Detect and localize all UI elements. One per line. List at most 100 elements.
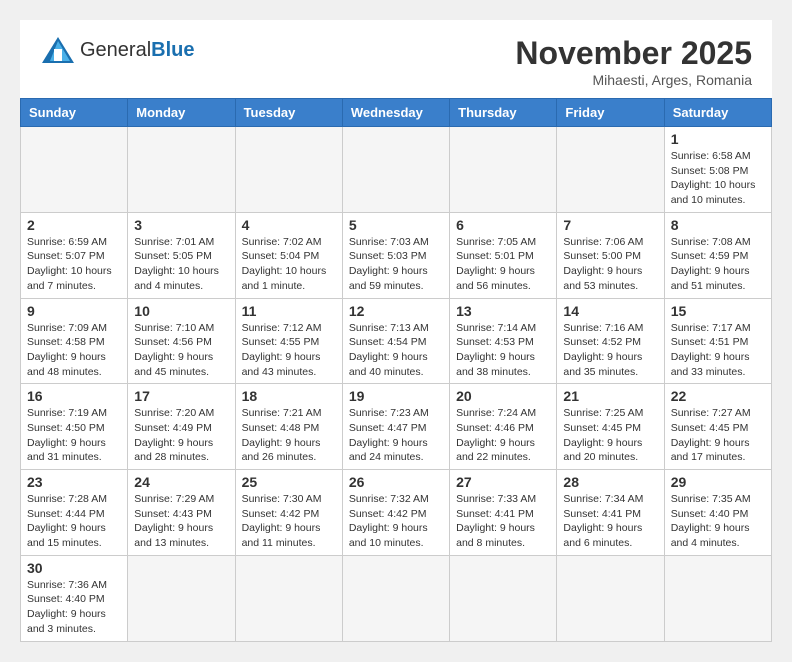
table-row: 24Sunrise: 7:29 AMSunset: 4:43 PMDayligh… <box>128 470 235 556</box>
day-info: Sunrise: 6:58 AMSunset: 5:08 PMDaylight:… <box>671 149 765 208</box>
calendar-week-row: 30 Sunrise: 7:36 AMSunset: 4:40 PMDayligh… <box>21 555 772 641</box>
day-info: Sunrise: 7:01 AMSunset: 5:05 PMDaylight:… <box>134 235 228 294</box>
day-info: Sunrise: 7:13 AMSunset: 4:54 PMDaylight:… <box>349 321 443 380</box>
day-number: 6 <box>456 217 550 233</box>
table-row: 3 Sunrise: 7:01 AMSunset: 5:05 PMDaylight… <box>128 212 235 298</box>
day-info: Sunrise: 7:20 AMSunset: 4:49 PMDaylight:… <box>134 406 228 465</box>
table-row <box>450 555 557 641</box>
col-wednesday: Wednesday <box>342 99 449 127</box>
table-row <box>21 127 128 213</box>
day-number: 2 <box>27 217 121 233</box>
day-number: 23 <box>27 474 121 490</box>
col-monday: Monday <box>128 99 235 127</box>
day-info: Sunrise: 7:27 AMSunset: 4:45 PMDaylight:… <box>671 406 765 465</box>
day-info: Sunrise: 7:34 AMSunset: 4:41 PMDaylight:… <box>563 492 657 551</box>
day-info: Sunrise: 7:17 AMSunset: 4:51 PMDaylight:… <box>671 321 765 380</box>
calendar-week-row: 1Sunrise: 6:58 AMSunset: 5:08 PMDaylight… <box>21 127 772 213</box>
table-row: 16 Sunrise: 7:19 AMSunset: 4:50 PMDayligh… <box>21 384 128 470</box>
day-info: Sunrise: 7:28 AMSunset: 4:44 PMDaylight:… <box>27 492 121 551</box>
day-number: 13 <box>456 303 550 319</box>
day-number: 3 <box>134 217 228 233</box>
table-row <box>557 555 664 641</box>
col-sunday: Sunday <box>21 99 128 127</box>
day-info: Sunrise: 7:02 AMSunset: 5:04 PMDaylight:… <box>242 235 336 294</box>
calendar-week-row: 23 Sunrise: 7:28 AMSunset: 4:44 PMDayligh… <box>21 470 772 556</box>
table-row: 4 Sunrise: 7:02 AMSunset: 5:04 PMDaylight… <box>235 212 342 298</box>
month-title: November 2025 <box>515 35 752 72</box>
day-number: 28 <box>563 474 657 490</box>
table-row: 28 Sunrise: 7:34 AMSunset: 4:41 PMDayligh… <box>557 470 664 556</box>
table-row: 26Sunrise: 7:32 AMSunset: 4:42 PMDayligh… <box>342 470 449 556</box>
table-row <box>342 127 449 213</box>
calendar-week-row: 9 Sunrise: 7:09 AMSunset: 4:58 PMDaylight… <box>21 298 772 384</box>
day-number: 8 <box>671 217 765 233</box>
table-row: 6 Sunrise: 7:05 AMSunset: 5:01 PMDaylight… <box>450 212 557 298</box>
day-number: 25 <box>242 474 336 490</box>
day-info: Sunrise: 7:25 AMSunset: 4:45 PMDaylight:… <box>563 406 657 465</box>
table-row: 8 Sunrise: 7:08 AMSunset: 4:59 PMDaylight… <box>664 212 771 298</box>
table-row: 23 Sunrise: 7:28 AMSunset: 4:44 PMDayligh… <box>21 470 128 556</box>
day-number: 20 <box>456 388 550 404</box>
table-row: 20 Sunrise: 7:24 AMSunset: 4:46 PMDayligh… <box>450 384 557 470</box>
table-row: 15 Sunrise: 7:17 AMSunset: 4:51 PMDayligh… <box>664 298 771 384</box>
day-number: 19 <box>349 388 443 404</box>
calendar-week-row: 2 Sunrise: 6:59 AMSunset: 5:07 PMDaylight… <box>21 212 772 298</box>
table-row: 5Sunrise: 7:03 AMSunset: 5:03 PMDaylight… <box>342 212 449 298</box>
day-number: 4 <box>242 217 336 233</box>
day-info: Sunrise: 7:36 AMSunset: 4:40 PMDaylight:… <box>27 578 121 637</box>
day-info: Sunrise: 7:24 AMSunset: 4:46 PMDaylight:… <box>456 406 550 465</box>
table-row: 19 Sunrise: 7:23 AMSunset: 4:47 PMDayligh… <box>342 384 449 470</box>
logo-icon <box>40 35 76 65</box>
table-row <box>128 555 235 641</box>
table-row <box>235 555 342 641</box>
table-row: 25 Sunrise: 7:30 AMSunset: 4:42 PMDayligh… <box>235 470 342 556</box>
day-number: 7 <box>563 217 657 233</box>
table-row: 17Sunrise: 7:20 AMSunset: 4:49 PMDayligh… <box>128 384 235 470</box>
day-info: Sunrise: 7:08 AMSunset: 4:59 PMDaylight:… <box>671 235 765 294</box>
table-row <box>557 127 664 213</box>
day-info: Sunrise: 7:05 AMSunset: 5:01 PMDaylight:… <box>456 235 550 294</box>
day-info: Sunrise: 7:23 AMSunset: 4:47 PMDaylight:… <box>349 406 443 465</box>
calendar-table: Sunday Monday Tuesday Wednesday Thursday… <box>20 98 772 642</box>
day-number: 16 <box>27 388 121 404</box>
logo-text: GeneralBlue <box>80 38 195 62</box>
day-info: Sunrise: 6:59 AMSunset: 5:07 PMDaylight:… <box>27 235 121 294</box>
table-row: 12Sunrise: 7:13 AMSunset: 4:54 PMDayligh… <box>342 298 449 384</box>
day-number: 9 <box>27 303 121 319</box>
page-header: GeneralBlue November 2025 Mihaesti, Arge… <box>20 20 772 98</box>
day-info: Sunrise: 7:10 AMSunset: 4:56 PMDaylight:… <box>134 321 228 380</box>
day-info: Sunrise: 7:21 AMSunset: 4:48 PMDaylight:… <box>242 406 336 465</box>
table-row: 10 Sunrise: 7:10 AMSunset: 4:56 PMDayligh… <box>128 298 235 384</box>
table-row: 14Sunrise: 7:16 AMSunset: 4:52 PMDayligh… <box>557 298 664 384</box>
day-info: Sunrise: 7:30 AMSunset: 4:42 PMDaylight:… <box>242 492 336 551</box>
day-info: Sunrise: 7:06 AMSunset: 5:00 PMDaylight:… <box>563 235 657 294</box>
table-row: 7 Sunrise: 7:06 AMSunset: 5:00 PMDaylight… <box>557 212 664 298</box>
day-info: Sunrise: 7:09 AMSunset: 4:58 PMDaylight:… <box>27 321 121 380</box>
table-row: 27Sunrise: 7:33 AMSunset: 4:41 PMDayligh… <box>450 470 557 556</box>
day-info: Sunrise: 7:03 AMSunset: 5:03 PMDaylight:… <box>349 235 443 294</box>
day-info: Sunrise: 7:19 AMSunset: 4:50 PMDaylight:… <box>27 406 121 465</box>
day-number: 30 <box>27 560 121 576</box>
table-row: 22Sunrise: 7:27 AMSunset: 4:45 PMDayligh… <box>664 384 771 470</box>
day-number: 27 <box>456 474 550 490</box>
day-number: 11 <box>242 303 336 319</box>
title-area: November 2025 Mihaesti, Arges, Romania <box>515 35 752 88</box>
table-row <box>128 127 235 213</box>
table-row: 9 Sunrise: 7:09 AMSunset: 4:58 PMDaylight… <box>21 298 128 384</box>
day-number: 15 <box>671 303 765 319</box>
calendar-page: GeneralBlue November 2025 Mihaesti, Arge… <box>20 20 772 642</box>
logo: GeneralBlue <box>40 35 195 65</box>
table-row: 1Sunrise: 6:58 AMSunset: 5:08 PMDaylight… <box>664 127 771 213</box>
table-row: 21Sunrise: 7:25 AMSunset: 4:45 PMDayligh… <box>557 384 664 470</box>
col-thursday: Thursday <box>450 99 557 127</box>
col-friday: Friday <box>557 99 664 127</box>
table-row <box>450 127 557 213</box>
col-tuesday: Tuesday <box>235 99 342 127</box>
day-number: 10 <box>134 303 228 319</box>
day-info: Sunrise: 7:14 AMSunset: 4:53 PMDaylight:… <box>456 321 550 380</box>
calendar-week-row: 16 Sunrise: 7:19 AMSunset: 4:50 PMDayligh… <box>21 384 772 470</box>
day-info: Sunrise: 7:16 AMSunset: 4:52 PMDaylight:… <box>563 321 657 380</box>
table-row <box>664 555 771 641</box>
table-row: 29Sunrise: 7:35 AMSunset: 4:40 PMDayligh… <box>664 470 771 556</box>
table-row <box>235 127 342 213</box>
